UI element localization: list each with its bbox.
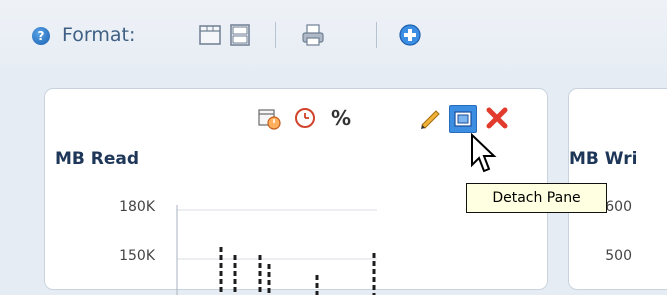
percent-icon[interactable]: % xyxy=(328,105,354,131)
toolbar-separator xyxy=(376,22,377,48)
y-tick-label: 150K xyxy=(119,248,155,264)
layout-stack-icon[interactable] xyxy=(228,23,252,47)
add-icon[interactable] xyxy=(398,23,422,47)
y-tick-label: 500 xyxy=(605,248,632,264)
detach-pane-icon[interactable] xyxy=(449,105,477,133)
schedule-calendar-icon[interactable] xyxy=(256,105,282,131)
top-toolbar: ? Format: xyxy=(0,0,667,70)
print-icon[interactable] xyxy=(301,23,325,47)
clock-icon[interactable] xyxy=(292,105,318,131)
close-icon[interactable] xyxy=(484,105,510,131)
help-icon[interactable]: ? xyxy=(32,27,50,45)
layout-grid-icon[interactable] xyxy=(198,23,222,47)
format-label: Format: xyxy=(62,24,136,46)
mouse-cursor-icon xyxy=(471,133,497,173)
chart-area xyxy=(176,205,377,295)
y-tick-label: 180K xyxy=(119,199,155,215)
detach-pane-tooltip: Detach Pane xyxy=(466,183,607,213)
panel-title: MB Wri xyxy=(569,149,638,169)
read-series-spikes xyxy=(219,247,376,295)
panel-title: MB Read xyxy=(55,149,140,169)
toolbar-separator xyxy=(275,22,276,48)
edit-pencil-icon[interactable] xyxy=(418,105,444,131)
